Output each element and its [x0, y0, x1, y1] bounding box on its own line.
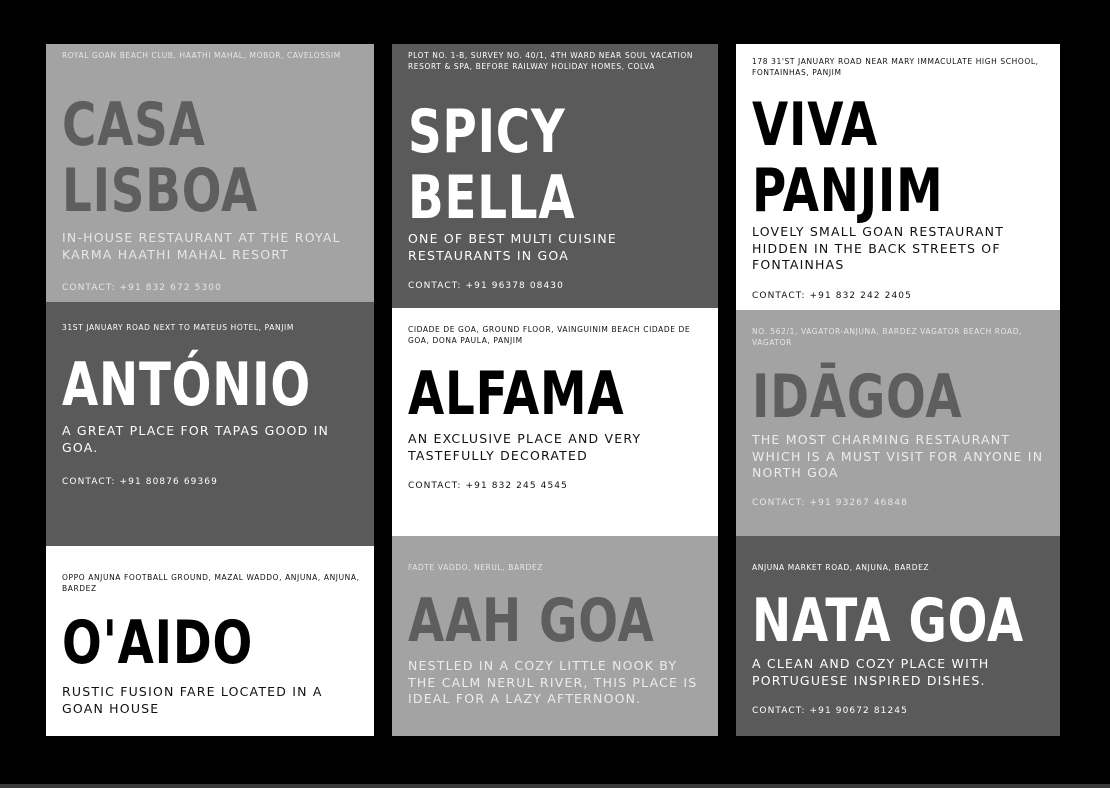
restaurant-card-nata-goa: ANJUNA MARKET ROAD, ANJUNA, BARDEZ NATA … [736, 536, 1060, 736]
card-description: IN-HOUSE RESTAURANT AT THE ROYAL KARMA H… [62, 230, 341, 262]
card-restaurant-name: ALFAMA [408, 359, 625, 429]
card-address: OPPO ANJUNA FOOTBALL GROUND, MAZAL WADDO… [62, 573, 360, 593]
card-address: 178 31'ST JANUARY ROAD NEAR MARY IMMACUL… [752, 57, 1039, 77]
card-description: THE MOST CHARMING RESTAURANT WHICH IS A … [752, 432, 1044, 480]
restaurant-card-idagoa: NO. 562/1, VAGATOR-ANJUNA, BARDEZ VAGATO… [736, 310, 1060, 536]
card-address: 31ST JANUARY ROAD NEXT TO MATEUS HOTEL, … [62, 323, 294, 332]
card-restaurant-name: ANTÓNIO [62, 350, 311, 420]
card-description: NESTLED IN A COZY LITTLE NOOK BY THE CAL… [408, 658, 698, 706]
poster-canvas: ROYAL GOAN BEACH CLUB, HAATHI MAHAL, MOB… [0, 0, 1110, 788]
card-address: NO. 562/1, VAGATOR-ANJUNA, BARDEZ VAGATO… [752, 327, 1023, 347]
card-description: A CLEAN AND COZY PLACE WITH PORTUGUESE I… [752, 656, 990, 688]
card-description: LOVELY SMALL GOAN RESTAURANT HIDDEN IN T… [752, 224, 1005, 272]
card-restaurant-name: SPICY BELLA [408, 97, 576, 233]
card-address: ANJUNA MARKET ROAD, ANJUNA, BARDEZ [752, 563, 930, 572]
restaurant-card-alfama: CIDADE DE GOA, GROUND FLOOR, VAINGUINIM … [392, 308, 718, 536]
card-address: CIDADE DE GOA, GROUND FLOOR, VAINGUINIM … [408, 325, 691, 345]
card-address: PLOT NO. 1-B, SURVEY NO. 40/1, 4TH WARD … [408, 51, 694, 71]
restaurant-card-aah-goa: FADTE VADDO, NERUL, BARDEZ AAH GOA NESTL… [392, 536, 718, 736]
restaurant-card-antonio: 31ST JANUARY ROAD NEXT TO MATEUS HOTEL, … [46, 302, 374, 546]
restaurant-card-spicy-bella: PLOT NO. 1-B, SURVEY NO. 40/1, 4TH WARD … [392, 44, 718, 308]
card-contact: CONTACT: +91 832 672 5300 [62, 283, 222, 293]
card-contact: CONTACT: +91 832 242 2405 [752, 291, 912, 301]
card-restaurant-name: CASA LISBOA [62, 90, 259, 226]
card-contact: CONTACT: +91 93267 46848 [752, 498, 908, 508]
card-restaurant-name: IDĀGOA [752, 362, 963, 432]
card-description: AN EXCLUSIVE PLACE AND VERY TASTEFULLY D… [408, 431, 642, 463]
card-restaurant-name: O'AIDO [62, 608, 254, 678]
restaurant-card-o-aido: OPPO ANJUNA FOOTBALL GROUND, MAZAL WADDO… [46, 546, 374, 736]
restaurant-card-viva-panjim: 178 31'ST JANUARY ROAD NEAR MARY IMMACUL… [736, 44, 1060, 310]
restaurant-card-casa-lisboa: ROYAL GOAN BEACH CLUB, HAATHI MAHAL, MOB… [46, 44, 374, 302]
card-contact: CONTACT: +91 832 245 4545 [408, 481, 568, 491]
bottom-divider [0, 784, 1110, 788]
card-description: RUSTIC FUSION FARE LOCATED IN A GOAN HOU… [62, 684, 323, 716]
card-address: ROYAL GOAN BEACH CLUB, HAATHI MAHAL, MOB… [62, 51, 341, 60]
card-contact: CONTACT: +91 90672 81245 [752, 706, 908, 716]
card-description: A GREAT PLACE FOR TAPAS GOOD IN GOA. [62, 423, 330, 455]
card-restaurant-name: AAH GOA [408, 586, 655, 656]
card-address: FADTE VADDO, NERUL, BARDEZ [408, 563, 543, 572]
card-restaurant-name: NATA GOA [752, 586, 1024, 656]
card-contact: CONTACT: +91 80876 69369 [62, 477, 218, 487]
card-contact: CONTACT: +91 96378 08430 [408, 281, 564, 291]
card-restaurant-name: VIVA PANJIM [752, 90, 944, 226]
card-description: ONE OF BEST MULTI CUISINE RESTAURANTS IN… [408, 231, 617, 263]
